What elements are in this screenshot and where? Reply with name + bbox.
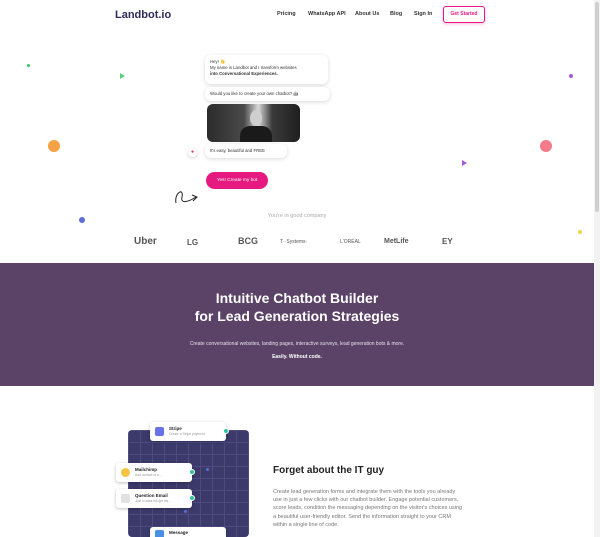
- chat-gif-image: [207, 104, 300, 142]
- decor-dot: [48, 140, 60, 152]
- greeting-line: into Conversational Experiences.: [210, 71, 278, 76]
- mailchimp-icon: [121, 468, 130, 477]
- brand-lg: LG: [187, 238, 199, 247]
- nav-pricing[interactable]: Pricing: [277, 11, 296, 17]
- integration-card-message[interactable]: Message: [150, 527, 226, 537]
- feature-text: Create lead generation forms and integra…: [273, 489, 463, 528]
- brand-tsystems: T··Systems·: [280, 239, 308, 245]
- create-my-bot-button[interactable]: Yes! Create my bot: [206, 172, 268, 189]
- nav-about-us[interactable]: About Us: [355, 11, 379, 17]
- email-icon: [121, 494, 130, 503]
- squiggle-arrow-icon: [175, 191, 198, 204]
- scrollbar[interactable]: [594, 0, 600, 537]
- chat-bubble-answer: It's easy, beautiful and FREE: [205, 144, 287, 158]
- integration-card-question-email[interactable]: Question Email Just in case we get dis..…: [116, 489, 192, 508]
- band-title: for Lead Generation Strategies: [194, 308, 400, 324]
- scrollbar-thumb[interactable]: [595, 2, 599, 212]
- decor-dot: [540, 140, 552, 152]
- decor-triangle: [462, 160, 467, 166]
- card-subtitle: Add contact to a...: [135, 473, 162, 477]
- connector-dot[interactable]: [189, 495, 195, 501]
- feature-title: Forget about the IT guy: [273, 465, 385, 476]
- nav-whatsapp-api[interactable]: WhatsApp API: [308, 11, 346, 17]
- band-easily: Easily. Without code.: [272, 354, 322, 360]
- card-title: Mailchimp: [135, 467, 158, 472]
- bot-avatar-icon: ●: [188, 148, 197, 157]
- logo[interactable]: Landbot.io: [115, 9, 171, 21]
- brand-loreal: L'ORÉAL: [340, 239, 361, 245]
- decor-dot: [569, 74, 573, 78]
- integration-card-mailchimp[interactable]: Mailchimp Add contact to a...: [116, 463, 192, 482]
- decor-triangle: [120, 73, 125, 79]
- connector-dot[interactable]: [223, 428, 229, 434]
- decor-dot: [206, 468, 209, 471]
- brand-metlife: MetLife: [384, 238, 409, 245]
- chat-bubble-greeting: Hey! 👋 My name is Landbot and I transfor…: [205, 55, 328, 84]
- nav-blog[interactable]: Blog: [390, 11, 402, 17]
- builder-canvas: [128, 430, 249, 537]
- decor-dot: [184, 510, 187, 513]
- band-title: Intuitive Chatbot Builder: [215, 290, 379, 306]
- band-subtitle: Create conversational websites, landing …: [189, 341, 405, 347]
- card-title: Stripe: [169, 426, 182, 431]
- top-navigation: Landbot.io Pricing WhatsApp API About Us…: [0, 0, 594, 30]
- decor-dot: [27, 64, 30, 67]
- intro-band: Intuitive Chatbot Builder for Lead Gener…: [0, 263, 594, 386]
- brand-bcg: BCG: [238, 236, 258, 246]
- card-title: Question Email: [135, 493, 168, 498]
- brand-ey: EY: [442, 237, 453, 246]
- brand-uber: Uber: [134, 236, 157, 247]
- chat-bubble-question: Would you like to create your own chatbo…: [205, 87, 330, 101]
- card-subtitle: Create a Stripe payment: [169, 432, 205, 436]
- nav-sign-in[interactable]: Sign In: [414, 11, 432, 17]
- stripe-icon: [155, 427, 164, 436]
- decor-dot: [578, 230, 582, 234]
- get-started-button[interactable]: Get Started: [443, 6, 485, 23]
- integration-card-stripe[interactable]: Stripe Create a Stripe payment: [150, 422, 226, 441]
- good-company-label: You're in good company: [267, 213, 327, 219]
- card-subtitle: Just in case we get dis...: [135, 499, 171, 503]
- card-title: Message: [169, 530, 189, 535]
- connector-dot[interactable]: [189, 469, 195, 475]
- message-icon: [155, 530, 164, 537]
